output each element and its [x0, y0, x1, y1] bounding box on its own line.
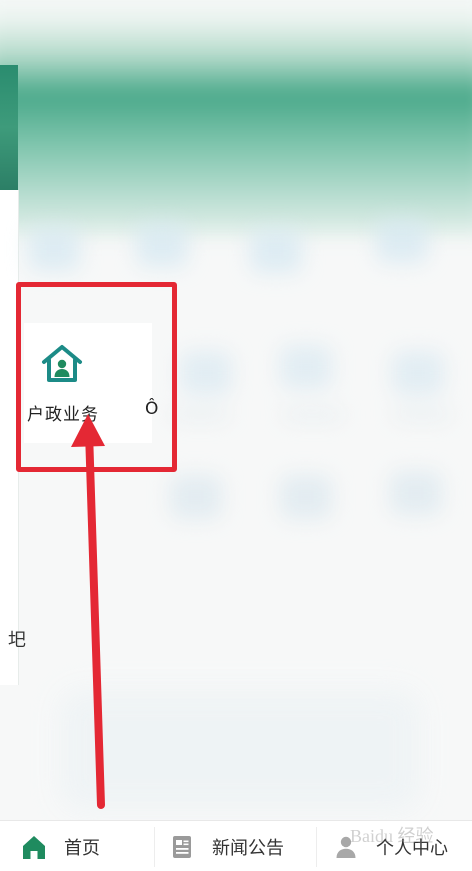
app-screen: 圯 户政业务 Ô 首页 新闻公告 个人中心 Baidu 经验	[0, 0, 472, 871]
banner-edge	[0, 65, 18, 190]
blurred-banner	[0, 0, 472, 237]
nav-divider	[154, 827, 155, 867]
blurred-lower-content	[60, 690, 420, 810]
news-icon	[173, 835, 191, 858]
nav-news-label: 新闻公告	[212, 837, 284, 859]
watermark: Baidu 经验	[350, 826, 434, 846]
nav-news[interactable]: 新闻公告	[168, 821, 318, 871]
nav-home[interactable]: 首页	[20, 821, 160, 871]
left-edge-partial-text: 圯	[8, 630, 26, 651]
red-highlight-box	[16, 282, 177, 472]
home-icon	[23, 835, 45, 859]
nav-home-label: 首页	[64, 837, 100, 859]
nav-divider	[316, 827, 317, 867]
